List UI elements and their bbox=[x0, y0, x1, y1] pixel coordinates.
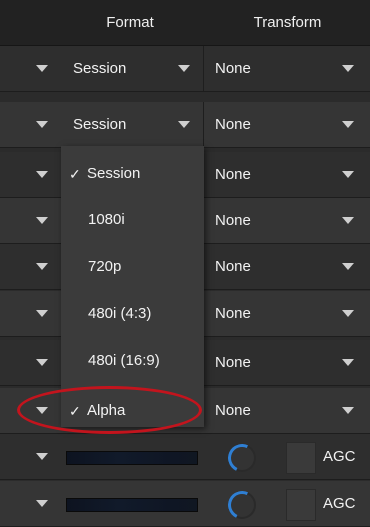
level-meter bbox=[66, 451, 198, 465]
transform-dropdown-arrow-icon[interactable] bbox=[342, 171, 354, 178]
dropdown-option-480i-16-9[interactable]: 480i (16:9) bbox=[61, 338, 204, 384]
level-meter bbox=[66, 498, 198, 512]
transform-dropdown-arrow-icon[interactable] bbox=[342, 263, 354, 270]
checkmark-icon: ✓ bbox=[69, 166, 81, 182]
format-select[interactable]: Session bbox=[73, 46, 126, 91]
transform-select[interactable]: None bbox=[215, 291, 251, 336]
format-dropdown-arrow-icon[interactable] bbox=[178, 121, 190, 128]
transform-select[interactable]: None bbox=[215, 152, 251, 197]
knob-indicator-icon bbox=[224, 487, 260, 523]
expand-arrow-icon[interactable] bbox=[36, 171, 48, 178]
transform-dropdown-arrow-icon[interactable] bbox=[342, 217, 354, 224]
expand-arrow-icon[interactable] bbox=[36, 500, 48, 507]
agc-label: AGC bbox=[323, 495, 356, 512]
dropdown-option-session[interactable]: ✓ Session bbox=[61, 151, 204, 197]
format-dropdown-arrow-icon[interactable] bbox=[178, 65, 190, 72]
dropdown-option-1080i[interactable]: 1080i bbox=[61, 197, 204, 243]
expand-arrow-icon[interactable] bbox=[36, 65, 48, 72]
option-label: 480i (4:3) bbox=[88, 305, 152, 322]
agc-label: AGC bbox=[323, 448, 356, 465]
divider bbox=[203, 102, 204, 147]
option-label: Session bbox=[87, 165, 141, 182]
format-dropdown-menu: ✓ Session 1080i 720p 480i (4:3) 480i (16… bbox=[61, 146, 204, 427]
format-column-header: Format bbox=[106, 14, 154, 31]
agc-checkbox[interactable] bbox=[286, 442, 316, 474]
transform-dropdown-arrow-icon[interactable] bbox=[342, 121, 354, 128]
transform-dropdown-arrow-icon[interactable] bbox=[342, 310, 354, 317]
transform-select[interactable]: None bbox=[215, 388, 251, 433]
transform-select[interactable]: None bbox=[215, 198, 251, 243]
dropdown-option-480i-4-3[interactable]: 480i (4:3) bbox=[61, 291, 204, 337]
transform-select[interactable]: None bbox=[215, 102, 251, 147]
transform-column-header: Transform bbox=[253, 14, 322, 31]
transform-select[interactable]: None bbox=[215, 244, 251, 289]
option-label: 480i (16:9) bbox=[88, 352, 160, 369]
option-label: 720p bbox=[88, 258, 122, 275]
knob-indicator-icon bbox=[224, 440, 260, 476]
expand-arrow-icon[interactable] bbox=[36, 310, 48, 317]
transform-select[interactable]: None bbox=[215, 46, 251, 91]
table-row: Session None bbox=[0, 46, 370, 92]
divider bbox=[203, 46, 204, 91]
expand-arrow-icon[interactable] bbox=[36, 217, 48, 224]
expand-arrow-icon[interactable] bbox=[36, 359, 48, 366]
transform-select[interactable]: None bbox=[215, 340, 251, 385]
highlight-ellipse bbox=[17, 386, 202, 434]
audio-row: AGC bbox=[0, 481, 370, 527]
expand-arrow-icon[interactable] bbox=[36, 453, 48, 460]
format-select[interactable]: Session bbox=[73, 102, 126, 147]
dropdown-option-720p[interactable]: 720p bbox=[61, 244, 204, 290]
gain-knob[interactable] bbox=[224, 440, 260, 476]
transform-dropdown-arrow-icon[interactable] bbox=[342, 407, 354, 414]
audio-row: AGC bbox=[0, 434, 370, 480]
agc-checkbox[interactable] bbox=[286, 489, 316, 521]
transform-dropdown-arrow-icon[interactable] bbox=[342, 65, 354, 72]
expand-arrow-icon[interactable] bbox=[36, 263, 48, 270]
gain-knob[interactable] bbox=[224, 487, 260, 523]
option-label: 1080i bbox=[88, 211, 125, 228]
expand-arrow-icon[interactable] bbox=[36, 121, 48, 128]
transform-dropdown-arrow-icon[interactable] bbox=[342, 359, 354, 366]
column-header: Format Transform bbox=[0, 0, 370, 46]
table-row: Session None bbox=[0, 102, 370, 148]
